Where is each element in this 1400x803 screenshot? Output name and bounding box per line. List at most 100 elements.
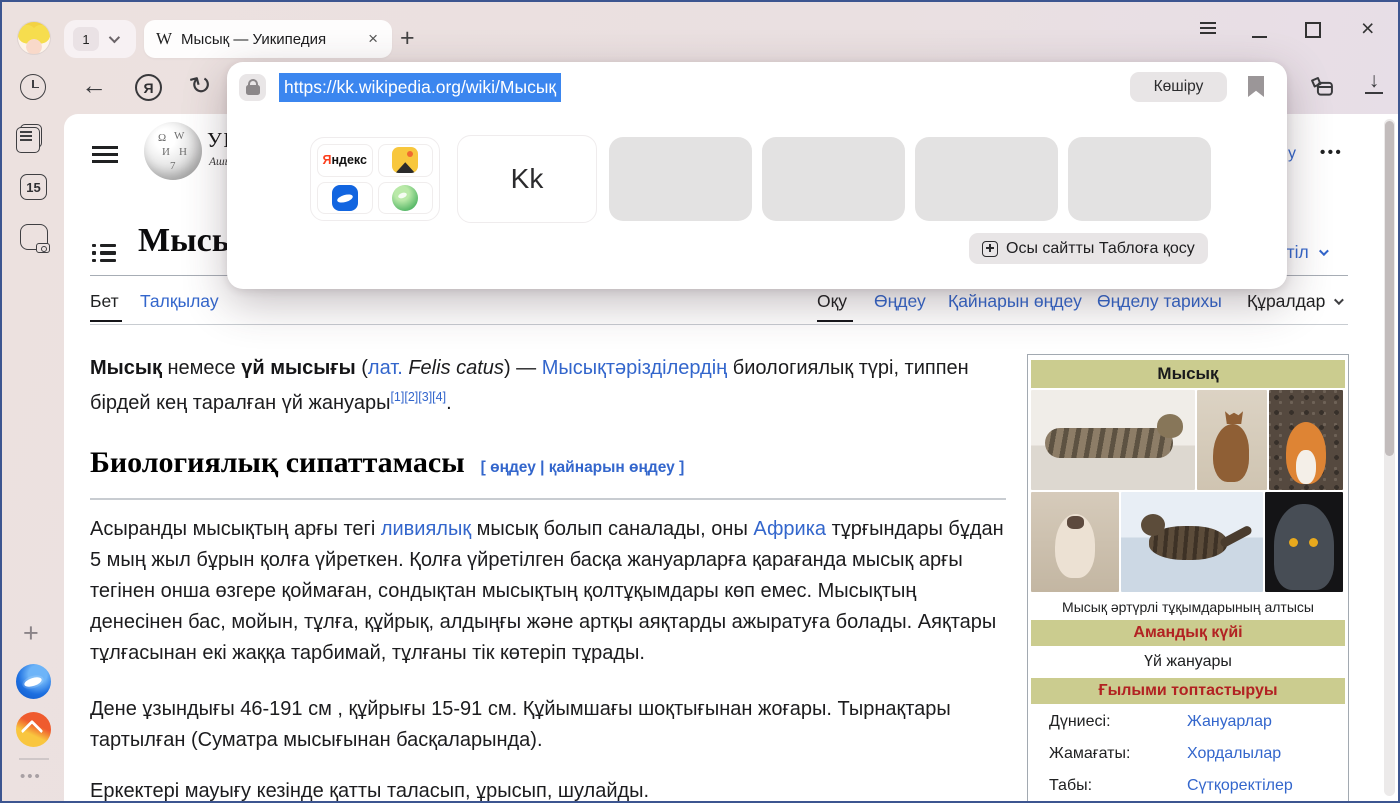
taxonomy-label: Табы:: [1049, 777, 1187, 795]
omnibox-panel: https://kk.wikipedia.org/wiki/Мысық Көші…: [227, 62, 1287, 289]
calendar-day: 15: [26, 180, 40, 195]
link-felidae[interactable]: Мысықтәрізділердің: [542, 357, 727, 379]
yandex-green-service-icon: [378, 182, 434, 215]
tab-group-button[interactable]: 1: [64, 20, 136, 58]
add-to-tablo-button[interactable]: Осы сайтты Таблоға қосу: [969, 233, 1208, 264]
infobox-status-header: Амандық күйі: [1031, 620, 1345, 646]
taxonomy-link[interactable]: Хордалылар: [1187, 745, 1281, 763]
url-input[interactable]: https://kk.wikipedia.org/wiki/Мысық: [279, 73, 561, 102]
sidebar-more-button[interactable]: •••: [20, 768, 42, 785]
section-divider: [90, 498, 1006, 500]
wiki-menu-icon[interactable]: [92, 142, 118, 167]
scrollbar-thumb[interactable]: [1385, 121, 1394, 456]
cat-photo-tabby-shelf[interactable]: [1031, 390, 1195, 490]
edit-link[interactable]: өңдеу: [490, 459, 536, 476]
chevron-down-icon: [109, 32, 120, 43]
taxonomy-link[interactable]: Жануарлар: [1187, 713, 1272, 731]
yandex-mail-icon[interactable]: [16, 712, 51, 747]
ref-link-2[interactable]: [2]: [404, 390, 418, 404]
yandex-logo: Яндекс: [317, 144, 373, 177]
edit-section-links: [ өңдеу | қайнарын өңдеу ]: [481, 459, 685, 476]
tab-page-underline: [90, 320, 122, 322]
infobox-status-value: Үй жануары: [1031, 648, 1345, 676]
tablo-tile-empty: [1068, 137, 1211, 221]
taxonomy-link[interactable]: Сүтқоректілер: [1187, 777, 1293, 795]
notes-icon[interactable]: [20, 124, 42, 148]
yandex-home-button[interactable]: Я: [135, 74, 162, 101]
tablo-tile-empty: [762, 137, 905, 221]
paragraph-line: Мысық немесе үй мысығы (лат. Felis catus…: [90, 357, 969, 380]
cat-photo-collage: [1031, 390, 1345, 592]
tab-page[interactable]: Бет: [90, 291, 119, 312]
yandex-images-icon: [378, 144, 434, 177]
tablo-tile-empty: [609, 137, 752, 221]
tab-tools[interactable]: Құралдар: [1247, 291, 1341, 312]
tab-read[interactable]: Оқу: [817, 291, 847, 312]
wiki-more-menu[interactable]: •••: [1320, 144, 1343, 161]
edit-source-link[interactable]: қайнарын өңдеу: [549, 459, 675, 476]
infobox: Мысық Мысық әртүрлі тұқымдарының алтысы …: [1027, 354, 1349, 801]
cat-photo-tabby-snow[interactable]: [1121, 492, 1263, 592]
paragraph-line: тегінен онша өзгере қоймаған, сондықтан …: [90, 580, 916, 603]
window-maximize-button[interactable]: [1305, 22, 1321, 38]
back-button[interactable]: ←: [81, 70, 107, 101]
paragraph-line: Еркектері мауығу кезінде қатты таласып, …: [90, 780, 649, 801]
screenshot-icon[interactable]: [20, 224, 48, 250]
ref-link-4[interactable]: [4]: [432, 390, 446, 404]
site-lock-icon[interactable]: [239, 74, 266, 101]
link-libyan-cat[interactable]: ливиялық: [381, 518, 471, 540]
ref-link-3[interactable]: [3]: [418, 390, 432, 404]
cat-photo-gray[interactable]: [1265, 492, 1343, 592]
tab-edit[interactable]: Өңдеу: [874, 291, 926, 312]
window-close-button[interactable]: ×: [1361, 15, 1374, 42]
cat-photo-siamese[interactable]: [1031, 492, 1119, 592]
infobox-title: Мысық: [1031, 360, 1345, 388]
taxonomy-row: Жамағаты: Хордалылар: [1031, 738, 1345, 770]
ref-link-1[interactable]: [1]: [390, 390, 404, 404]
taxonomy-label: Дүниесі:: [1049, 713, 1187, 731]
browser-window: 1 W Мысық — Уикипедия × + × 15 + ••• ← Я…: [0, 0, 1400, 803]
section-heading: Биологиялық сипаттамасы[ өңдеу | қайнары…: [90, 446, 684, 480]
page-scrollbar[interactable]: [1384, 119, 1395, 796]
bookmark-icon[interactable]: [1248, 76, 1264, 97]
wikipedia-favicon: W: [156, 29, 172, 49]
window-minimize-button[interactable]: [1252, 36, 1267, 38]
paragraph-line: тұлғасынан екі жаққа тарбимай, тұлғаны т…: [90, 642, 645, 665]
link-latin[interactable]: лат.: [368, 357, 403, 379]
new-tab-button[interactable]: +: [400, 24, 415, 53]
collections-icon[interactable]: [1308, 73, 1336, 106]
history-icon[interactable]: [20, 74, 46, 100]
window-menu-icon[interactable]: [1200, 19, 1216, 37]
paragraph-line: тартылған (Суматра мысығынан басқаларынд…: [90, 729, 543, 752]
tablo-tile-current-site[interactable]: Kk: [457, 135, 597, 223]
tab-talk[interactable]: Талқылау: [140, 291, 219, 312]
account-link[interactable]: у: [1288, 145, 1296, 163]
infobox-classification-header: Ғылыми топтастыруы: [1031, 678, 1345, 704]
sidebar-add-button[interactable]: +: [23, 618, 39, 649]
cat-photo-orange-white[interactable]: [1269, 390, 1343, 490]
tab-history[interactable]: Өңделу тарихы: [1097, 291, 1222, 312]
plus-icon: [982, 241, 998, 257]
contents-icon[interactable]: [92, 240, 116, 266]
tabs-divider: [90, 324, 1348, 325]
wikipedia-logo[interactable]: ΩW ИH 7: [144, 122, 202, 180]
taxonomy-label: Жамағаты:: [1049, 745, 1187, 763]
tablo-tile-yandex[interactable]: Яндекс: [310, 137, 440, 221]
paragraph-line: Асыранды мысықтың арғы тегі ливиялық мыс…: [90, 518, 1004, 541]
link-africa[interactable]: Африка: [753, 518, 826, 540]
tab-title: Мысық — Уикипедия: [181, 31, 357, 48]
tab-group-count: 1: [73, 27, 99, 51]
tab-close-icon[interactable]: ×: [366, 29, 380, 49]
reload-button[interactable]: ↻: [186, 68, 215, 104]
browser-tab[interactable]: W Мысық — Уикипедия ×: [144, 20, 392, 58]
yandex-start-icon[interactable]: [16, 664, 51, 699]
sidebar-divider: [19, 758, 49, 760]
cat-photo-abyssinian[interactable]: [1197, 390, 1267, 490]
paragraph-line: Дене ұзындығы 46-191 см , құйрығы 15-91 …: [90, 698, 951, 721]
copy-url-button[interactable]: Көшіру: [1130, 72, 1227, 102]
calendar-icon[interactable]: 15: [20, 174, 47, 200]
tablo-tile-empty: [915, 137, 1058, 221]
tab-edit-source[interactable]: Қайнарын өңдеу: [948, 291, 1082, 312]
profile-avatar[interactable]: [18, 22, 50, 54]
downloads-button[interactable]: ↓: [1363, 70, 1385, 94]
